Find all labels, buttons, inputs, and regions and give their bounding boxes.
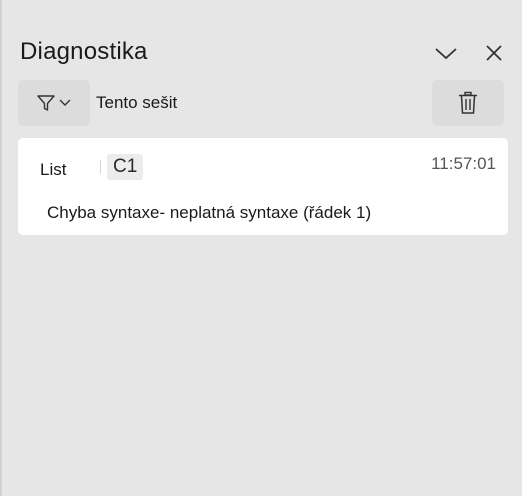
timestamp: 11:57:01 [431, 154, 496, 173]
diagnostic-message: Chyba syntaxe- neplatná syntaxe (řádek 1… [47, 203, 372, 222]
chevron-down-icon [59, 99, 71, 106]
filter-button[interactable] [18, 80, 90, 126]
diagnostic-card[interactable]: List C1 11:57:01 Chyba syntaxe- neplatná… [18, 138, 508, 235]
collapse-button[interactable] [431, 38, 461, 68]
close-icon [486, 45, 502, 61]
clear-all-button[interactable] [432, 80, 504, 126]
divider [100, 160, 101, 174]
diagnostics-toolbar: Tento sešit [18, 80, 506, 126]
trash-icon [459, 91, 477, 114]
pane-title: Diagnostika [20, 38, 148, 65]
filter-icon [37, 95, 55, 111]
diagnostics-pane: Diagnostika Tento sešit List C1 11:57:01… [2, 0, 522, 496]
cell-reference: C1 [107, 154, 144, 180]
pane-header: Diagnostika [20, 36, 510, 70]
scope-label: Tento sešit [96, 93, 178, 112]
close-button[interactable] [479, 38, 509, 68]
chevron-down-icon [435, 48, 457, 60]
sheet-name: List [40, 160, 67, 179]
